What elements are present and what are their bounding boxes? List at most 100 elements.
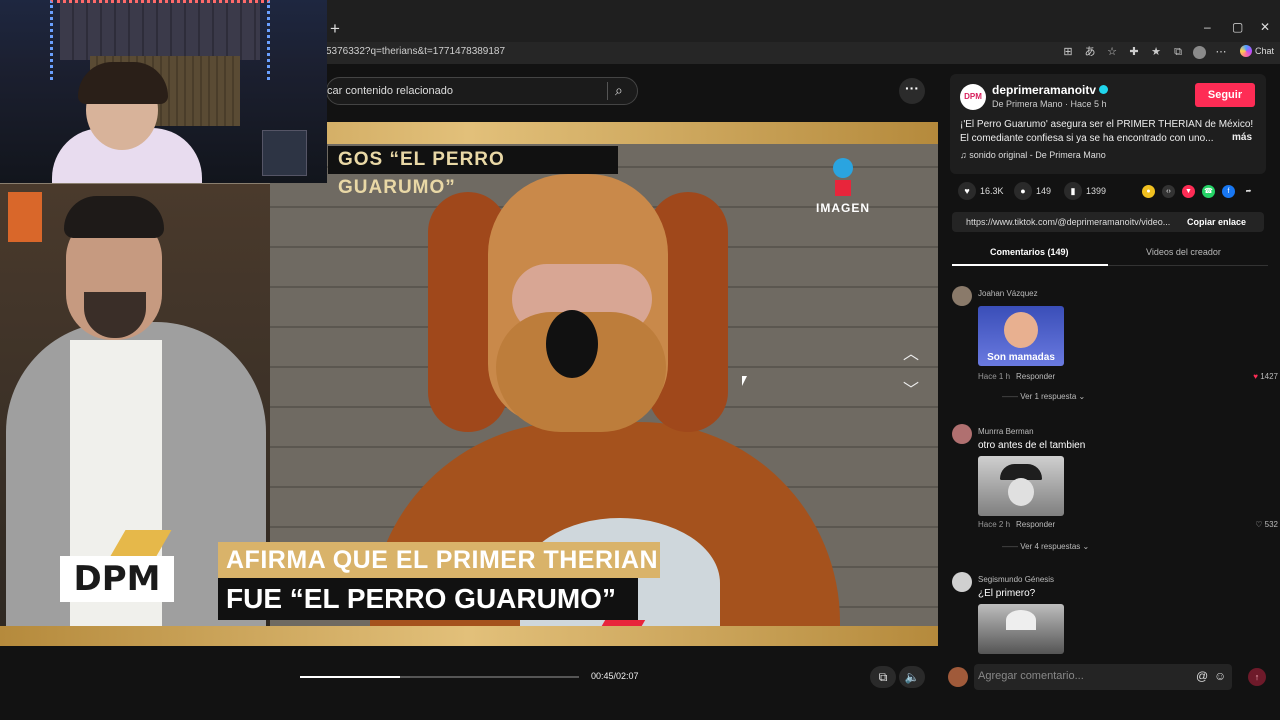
engagement-stats: ♥ 16.3K ● 149 ▮ 1399 ● ‹› ▼ ☎ f ➦ [952, 182, 1272, 202]
mention-icon[interactable]: @ [1196, 669, 1208, 683]
view-replies-label[interactable]: Ver 1 respuesta [1020, 392, 1076, 401]
next-video-chevron-down-icon[interactable]: ﹀ [903, 376, 919, 400]
commenter-avatar[interactable] [952, 286, 972, 306]
url-text[interactable]: 5376332?q=therians&t=1771478389187 [326, 46, 505, 57]
commenter-avatar[interactable] [952, 424, 972, 444]
tab-creator-videos[interactable]: Videos del creador [1146, 247, 1221, 257]
pip-icon[interactable]: ⧉ [870, 666, 896, 688]
minimize-button[interactable]: – [1204, 20, 1211, 34]
comment-like[interactable]: ♡ 532 [1255, 520, 1278, 529]
network-logo-text: IMAGEN [816, 201, 870, 215]
copilot-chat-button[interactable]: Chat [1239, 45, 1274, 57]
favorite-star-icon[interactable]: ☆ [1105, 45, 1119, 59]
comment-input[interactable]: Agregar comentario... @ ☺ [974, 664, 1232, 690]
apps-icon[interactable]: ⊞ [1061, 45, 1075, 59]
browser-toolbar: ⊞ あ ☆ ✚ ★ ⧉ ⋯ [1061, 45, 1228, 59]
collections-icon[interactable]: ⧉ [1171, 45, 1185, 59]
facebook-icon[interactable]: f [1222, 185, 1235, 198]
lower-third-line1: AFIRMA QUE EL PRIMER THERIAN [218, 542, 660, 578]
user-avatar[interactable] [948, 667, 968, 687]
send-arrow-icon[interactable]: ↑ [1248, 668, 1266, 686]
search-input[interactable]: car contenido relacionado [327, 85, 453, 97]
whatsapp-icon[interactable]: ☎ [1202, 185, 1215, 198]
previous-video-chevron-up-icon[interactable]: ︿ [903, 340, 919, 364]
heart-outline-icon[interactable]: ♡ [1255, 520, 1262, 529]
comment-input-row: Agregar comentario... @ ☺ ↑ [938, 662, 1280, 692]
reply-button[interactable]: Responder [1016, 372, 1055, 381]
comment-meta: Hace 1 h Responder [978, 372, 1055, 381]
author-avatar[interactable]: DPM [960, 84, 986, 110]
comment-meta: Hace 2 h Responder [978, 520, 1055, 529]
view-replies-label[interactable]: Ver 4 respuestas [1020, 542, 1080, 551]
follow-button[interactable]: Seguir [1195, 83, 1255, 107]
webcam-shelf-box [262, 130, 307, 176]
comment-stat[interactable]: ● 149 [1014, 182, 1051, 200]
extensions-icon[interactable]: ✚ [1127, 45, 1141, 59]
gif-caption: Son mamadas [987, 352, 1055, 363]
more-options-icon[interactable]: ⋯ [1214, 45, 1228, 59]
gold-share-icon[interactable]: ● [1142, 185, 1155, 198]
copy-link-button[interactable]: Copiar enlace [1187, 217, 1246, 227]
more-link[interactable]: más [1232, 132, 1252, 143]
replies-dash: —— [1002, 392, 1021, 401]
costume-nose [546, 310, 598, 378]
tab-comments[interactable]: Comentarios (149) [990, 247, 1069, 257]
replies-dash: —— [1002, 542, 1021, 551]
sound-link[interactable]: ♫ sonido original - De Primera Mano [960, 150, 1106, 160]
comment-placeholder[interactable]: Agregar comentario... [978, 670, 1084, 682]
close-window-button[interactable]: ✕ [1260, 20, 1270, 34]
comment-image[interactable] [978, 604, 1064, 654]
save-stat[interactable]: ▮ 1399 [1064, 182, 1106, 200]
video-link[interactable]: https://www.tiktok.com/@deprimeramanoitv… [966, 217, 1176, 227]
video-player[interactable]: GOS “EL PERRO GUARUMO” IMAGEN DPM AFIRMA… [0, 122, 938, 646]
comment-icon[interactable]: ● [1014, 182, 1032, 200]
new-tab-button[interactable]: + [330, 19, 340, 39]
comment-item: Joahan Vázquez Son mamadas Hace 1 h Respo… [952, 286, 1278, 406]
logo-dot-icon [833, 158, 853, 178]
author-username-text[interactable]: deprimeramanoitv [992, 83, 1096, 97]
more-options-button[interactable]: ··· [899, 78, 925, 104]
profile-avatar[interactable] [1193, 46, 1206, 59]
bookmark-icon[interactable]: ▮ [1064, 182, 1082, 200]
share-arrow-icon[interactable]: ➦ [1242, 185, 1255, 198]
comment-image[interactable] [978, 456, 1064, 516]
comments-tabs: Comentarios (149) Videos del creador [952, 242, 1268, 266]
commenter-name[interactable]: Segismundo Génesis [978, 575, 1054, 584]
send-icon[interactable]: ▼ [1182, 185, 1195, 198]
heart-filled-icon[interactable]: ♥ [1253, 372, 1258, 381]
view-replies-button[interactable]: —— Ver 1 respuesta ⌄ [1002, 392, 1085, 401]
logo-square-icon [835, 180, 851, 196]
volume-icon[interactable]: 🔈 [899, 666, 925, 688]
chevron-down-icon: ⌄ [1082, 542, 1090, 551]
translate-icon[interactable]: あ [1083, 45, 1097, 59]
related-search-box[interactable]: car contenido relacionado ⌕ [326, 77, 638, 105]
heart-icon[interactable]: ♥ [958, 182, 976, 200]
comment-like-count: 1427 [1260, 372, 1278, 381]
view-replies-button[interactable]: —— Ver 4 respuestas ⌄ [1002, 542, 1089, 551]
player-controls: 00:45/02:07 ⧉ 🔈 [0, 646, 938, 720]
lower-third-line2: FUE “EL PERRO GUARUMO” [218, 578, 638, 620]
emoji-icon[interactable]: ☺ [1214, 669, 1226, 683]
comment-item: Munrra Berman otro antes de el tambien H… [952, 424, 1278, 554]
network-logo: IMAGEN [812, 158, 874, 215]
comment-gif[interactable]: Son mamadas [978, 306, 1064, 366]
maximize-button[interactable]: ▢ [1232, 20, 1243, 34]
reply-button[interactable]: Responder [1016, 520, 1055, 529]
studio-lamp [8, 192, 42, 242]
comment-time: Hace 2 h [978, 520, 1011, 529]
favorites-icon[interactable]: ★ [1149, 45, 1163, 59]
comment-like-count: 532 [1264, 520, 1278, 529]
commenter-name[interactable]: Joahan Vázquez [978, 289, 1038, 298]
screen: + – ▢ ✕ 5376332?q=therians&t=17714783891… [0, 0, 1280, 720]
embed-icon[interactable]: ‹› [1162, 185, 1175, 198]
search-icon[interactable]: ⌕ [615, 82, 623, 99]
comment-like[interactable]: ♥ 1427 [1253, 372, 1278, 381]
commenter-name[interactable]: Munrra Berman [978, 427, 1034, 436]
like-stat[interactable]: ♥ 16.3K [958, 182, 1004, 200]
mouse-cursor-icon [742, 376, 747, 386]
author-username[interactable]: deprimeramanoitv [992, 83, 1109, 97]
streamer-hair [78, 62, 168, 104]
progress-bar[interactable] [300, 676, 579, 678]
video-bottom-band [0, 626, 938, 646]
commenter-avatar[interactable] [952, 572, 972, 592]
